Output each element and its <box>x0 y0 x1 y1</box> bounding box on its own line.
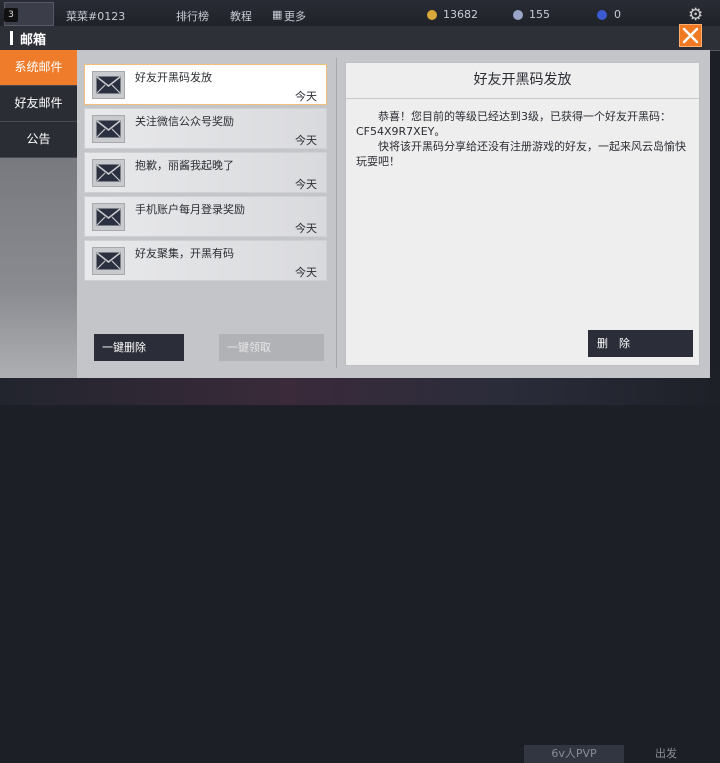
mail-item[interactable]: 手机账户每月登录奖励 今天 <box>84 196 327 237</box>
mail-item[interactable]: 抱歉，丽酱我起晚了 今天 <box>84 152 327 193</box>
mail-list: 好友开黑码发放 今天 关注微信公众号奖励 今天 抱歉，丽酱我起晚了 今天 手机账… <box>84 64 330 364</box>
delete-mail-button[interactable]: 删 除 <box>588 330 693 357</box>
top-hud: 3 菜菜#0123 排行榜 教程 ▦ 更多 13682 155 0 ⚙ <box>0 0 720 26</box>
nav-leaderboard[interactable]: 排行榜 <box>176 8 209 24</box>
start-label: 出发 <box>655 747 677 760</box>
mail-body-paragraph: 快将该开黑码分享给还没有注册游戏的好友，一起来风云岛愉快玩耍吧！ <box>356 140 686 168</box>
tab-system-mail[interactable]: 系统邮件 <box>0 50 77 86</box>
gem-icon <box>513 10 523 20</box>
mail-date: 今天 <box>295 178 317 191</box>
mail-subject: 好友开黑码发放 <box>135 71 212 84</box>
envelope-icon <box>92 203 125 231</box>
coin-icon <box>427 10 437 20</box>
envelope-icon <box>92 115 125 143</box>
tab-announcement[interactable]: 公告 <box>0 122 77 158</box>
mailbox-title: 邮箱 <box>20 33 47 48</box>
mail-item[interactable]: 关注微信公众号奖励 今天 <box>84 108 327 149</box>
envelope-icon <box>92 71 125 99</box>
mail-subject: 关注微信公众号奖励 <box>135 115 234 128</box>
close-button[interactable] <box>679 24 702 47</box>
mail-body-paragraph: 恭喜！您目前的等级已经达到3级，已获得一个好友开黑码：CF54X9R7XEY。 <box>356 110 671 138</box>
mail-category-tabs: 系统邮件 好友邮件 公告 <box>0 50 77 158</box>
gem-count: 155 <box>529 8 550 21</box>
claim-all-button[interactable]: 一键领取 <box>219 334 324 361</box>
mail-date: 今天 <box>295 90 317 103</box>
player-name: 菜菜#0123 <box>66 10 126 23</box>
gear-icon[interactable]: ⚙ <box>688 5 703 25</box>
coin-count: 13682 <box>443 8 478 21</box>
mail-item[interactable]: 好友聚集，开黑有码 今天 <box>84 240 327 281</box>
grid-icon: ▦ <box>272 8 283 21</box>
mail-date: 今天 <box>295 266 317 279</box>
tab-friend-mail[interactable]: 好友邮件 <box>0 86 77 122</box>
mail-date: 今天 <box>295 134 317 147</box>
mail-subject: 抱歉，丽酱我起晚了 <box>135 159 234 172</box>
mail-detail: 好友开黑码发放 恭喜！您目前的等级已经达到3级，已获得一个好友开黑码：CF54X… <box>345 62 700 366</box>
energy-count: 0 <box>614 8 621 21</box>
nav-more[interactable]: 更多 <box>284 8 306 24</box>
mail-item[interactable]: 好友开黑码发放 今天 <box>84 64 327 105</box>
mode-label: 6v人PVP <box>524 745 624 763</box>
column-divider <box>336 58 337 368</box>
envelope-icon <box>92 159 125 187</box>
energy-icon <box>597 10 607 20</box>
delete-all-button[interactable]: 一键删除 <box>94 334 184 361</box>
mail-detail-title: 好友开黑码发放 <box>346 63 699 99</box>
header-accent-bar <box>10 31 13 45</box>
mail-date: 今天 <box>295 222 317 235</box>
player-level-badge: 3 <box>4 8 18 22</box>
close-icon <box>682 27 699 44</box>
mail-subject: 好友聚集，开黑有码 <box>135 247 234 260</box>
envelope-icon <box>92 247 125 275</box>
mail-detail-body: 恭喜！您目前的等级已经达到3级，已获得一个好友开黑码：CF54X9R7XEY。 … <box>356 109 692 169</box>
mail-subject: 手机账户每月登录奖励 <box>135 203 245 216</box>
mailbox-header: 邮箱 <box>0 26 720 51</box>
nav-tutorial[interactable]: 教程 <box>230 8 252 24</box>
tabs-background <box>0 158 77 378</box>
